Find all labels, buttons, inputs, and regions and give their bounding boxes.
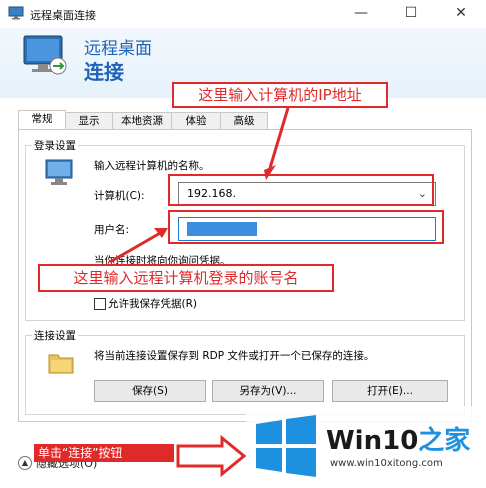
watermark-brand-suffix: 之家 [418,426,471,456]
connect-annotation: 单击“连接”按钮 [34,444,174,462]
ip-arrow [268,107,290,169]
ip-callout: 这里输入计算机的IP地址 [172,82,388,108]
watermark-brand: Win10 [326,426,419,456]
connect-arrow [176,434,247,478]
user-arrow [109,230,163,264]
windows-logo-icon [256,415,316,477]
username-callout: 这里输入远程计算机登录的账号名 [38,264,334,292]
watermark: Win10之家 www.win10xitong.com [246,406,486,488]
watermark-url: www.win10xitong.com [330,458,443,469]
